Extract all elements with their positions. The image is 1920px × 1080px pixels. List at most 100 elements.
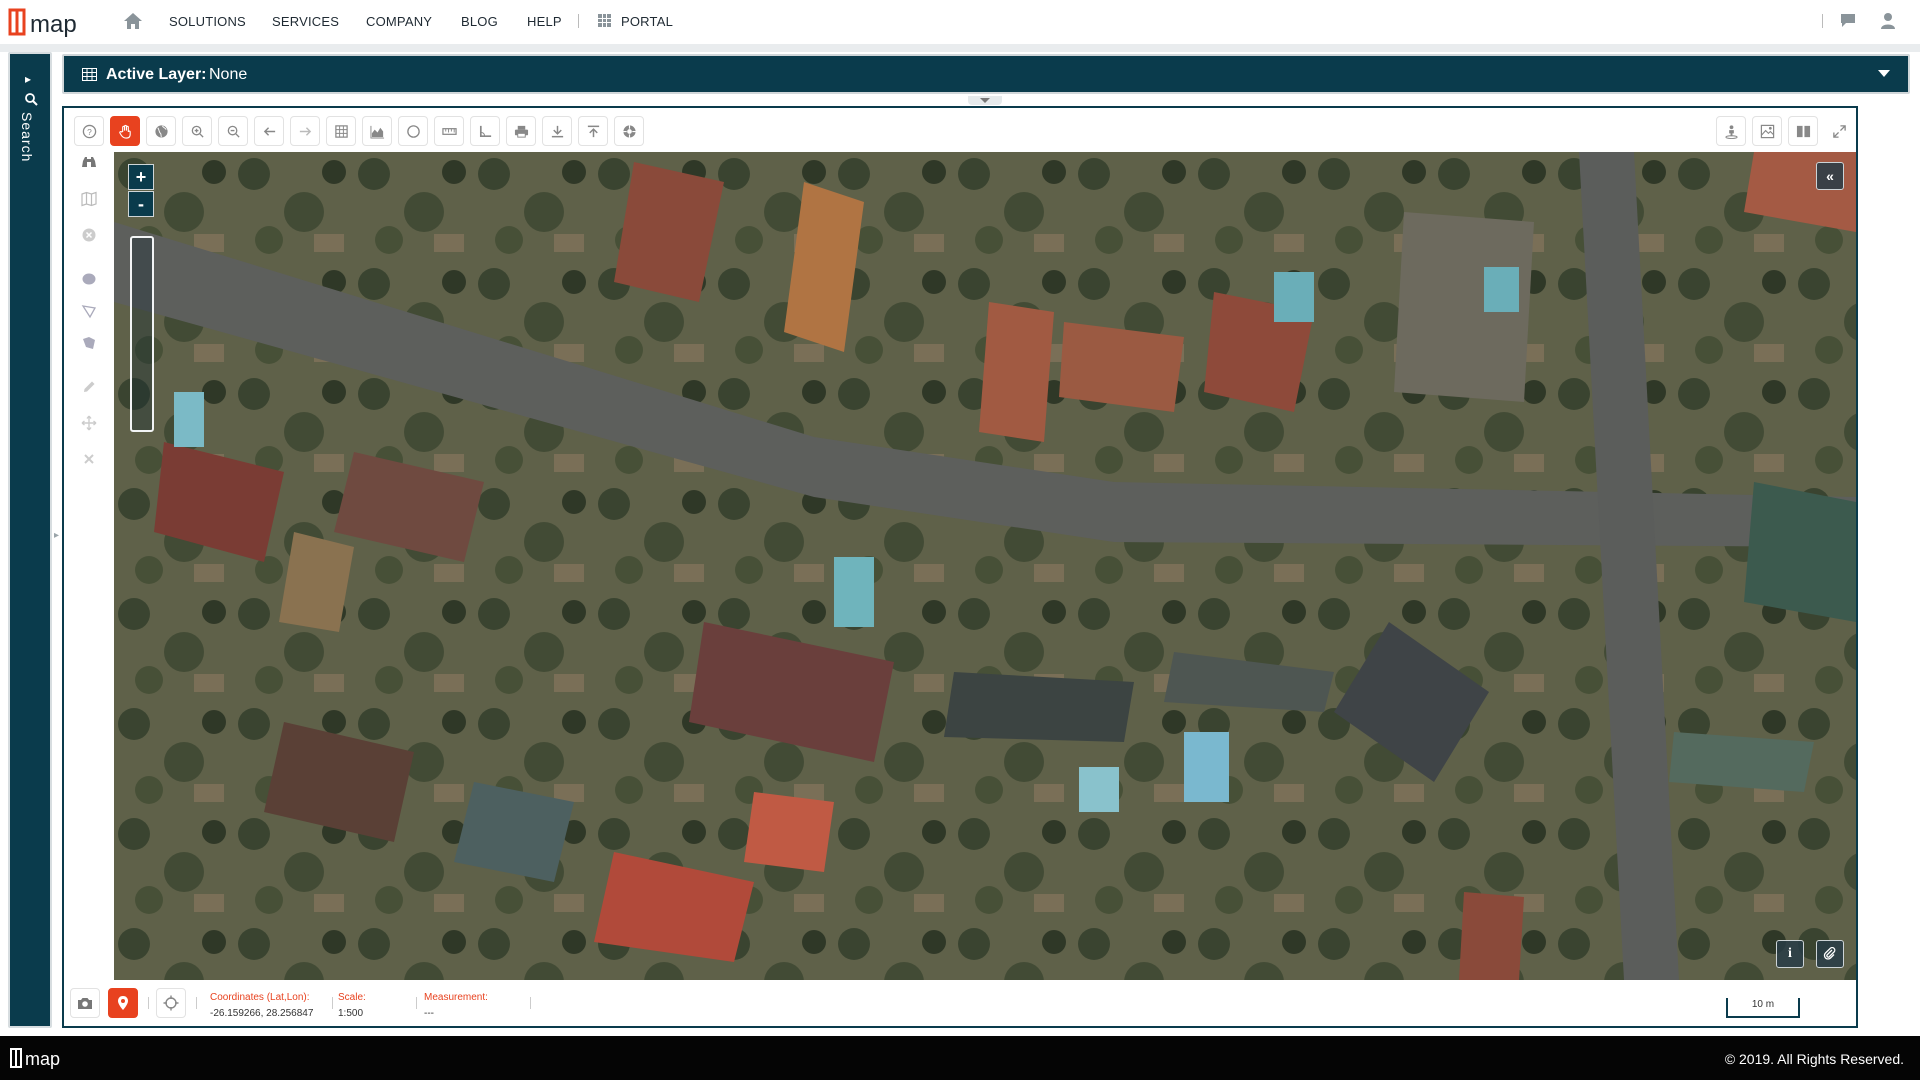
collapse-panel-button[interactable]: « [1816, 162, 1844, 190]
identify-button[interactable] [74, 148, 104, 178]
draw-ellipse-button[interactable] [74, 264, 104, 294]
polygon-draw-icon [83, 337, 95, 349]
measure-angle-button[interactable] [470, 116, 500, 146]
page-footer: map © 2019. All Rights Reserved. [0, 1036, 1920, 1080]
draw-polyline-button[interactable] [74, 296, 104, 326]
upload-icon [587, 125, 599, 137]
search-panel-toggle[interactable]: ▸ Search [8, 52, 52, 1028]
locate-me-button[interactable] [156, 988, 186, 1018]
elevation-profile-button[interactable] [362, 116, 392, 146]
svg-text:?: ? [87, 126, 92, 136]
chat-icon[interactable] [1840, 13, 1856, 28]
home-icon[interactable] [122, 11, 144, 31]
nav-link-company[interactable]: COMPANY [366, 14, 432, 29]
1map-footer-logo[interactable]: map [10, 1046, 80, 1070]
aerial-imagery [114, 152, 1856, 980]
nav-link-solutions[interactable]: SOLUTIONS [169, 14, 246, 29]
nav-link-help[interactable]: HELP [527, 14, 562, 29]
nav-right-divider [1822, 14, 1823, 28]
forward-arrow-icon [299, 126, 311, 136]
nav-link-services[interactable]: SERVICES [272, 14, 339, 29]
user-icon[interactable] [1880, 12, 1896, 29]
split-view-button[interactable] [1788, 116, 1818, 146]
nav-divider [578, 14, 579, 28]
collapse-layer-bar-button[interactable] [968, 96, 1002, 105]
measure-distance-button[interactable] [434, 116, 464, 146]
grid-icon [598, 14, 611, 27]
search-label: Search [19, 112, 35, 163]
map-layers-button[interactable] [74, 184, 104, 214]
screenshot-button[interactable] [70, 988, 100, 1018]
zoom-in-icon [191, 125, 204, 138]
scale-label: Scale: [338, 992, 366, 1003]
logo-text: map [30, 11, 77, 38]
top-navigation: map SOLUTIONS SERVICES COMPANY BLOG HELP… [0, 0, 1920, 44]
download-icon [551, 125, 563, 137]
camera-icon [78, 998, 92, 1009]
buffer-circle-button[interactable] [398, 116, 428, 146]
draw-polygon-button[interactable] [74, 328, 104, 358]
chevron-down-icon[interactable] [1878, 70, 1890, 77]
previous-extent-button[interactable] [254, 116, 284, 146]
globe-icon [154, 124, 168, 138]
move-button[interactable] [74, 408, 104, 438]
split-view-icon [1796, 125, 1810, 137]
zoom-in-button[interactable]: + [128, 164, 154, 190]
zoom-out-button[interactable]: - [128, 191, 154, 217]
upload-button[interactable] [578, 116, 608, 146]
active-layer-value: None [209, 66, 248, 83]
scale-bar: 10 m [1726, 998, 1800, 1018]
expand-arrow-icon[interactable]: ▸ [25, 72, 31, 86]
table-icon [334, 124, 348, 138]
map-canvas[interactable]: + - « i [114, 152, 1856, 980]
nav-link-blog[interactable]: BLOG [461, 14, 498, 29]
nav-link-portal[interactable]: PORTAL [621, 14, 673, 29]
edit-button[interactable] [74, 372, 104, 402]
close-circle-icon [82, 228, 96, 242]
globe-button[interactable] [146, 116, 176, 146]
basemap-button[interactable] [1752, 116, 1782, 146]
clear-selection-button[interactable] [74, 220, 104, 250]
zoom-in-button[interactable] [182, 116, 212, 146]
attribute-table-button[interactable] [326, 116, 356, 146]
panel-handle-icon[interactable]: ▸ [54, 530, 60, 548]
drawing-tools-strip [72, 148, 106, 594]
help-button[interactable]: ? [74, 116, 104, 146]
active-layer-bar[interactable]: Active Layer: None [62, 54, 1910, 94]
footer-divider [196, 997, 197, 1009]
attach-button[interactable] [1816, 940, 1844, 968]
help-icon: ? [82, 124, 96, 138]
street-view-button[interactable] [1716, 116, 1746, 146]
ruler-icon [441, 127, 457, 135]
pencil-icon [84, 381, 95, 392]
coordinates-label: Coordinates (Lat,Lon): [210, 992, 310, 1003]
zoom-slider[interactable] [130, 236, 154, 432]
footer-divider [332, 997, 333, 1009]
map-image-icon [1760, 124, 1774, 138]
info-button[interactable]: i [1776, 940, 1804, 968]
polyline-draw-icon [81, 305, 97, 319]
binoculars-icon [82, 157, 96, 167]
svg-text:map: map [25, 1049, 60, 1069]
next-extent-button[interactable] [290, 116, 320, 146]
print-button[interactable] [506, 116, 536, 146]
person-pin-icon [1724, 124, 1738, 139]
pan-button[interactable] [110, 116, 140, 146]
settings-button[interactable] [614, 116, 644, 146]
location-pin-button[interactable] [108, 988, 138, 1018]
1map-logo[interactable]: map [8, 6, 100, 38]
angle-icon [479, 125, 491, 137]
download-button[interactable] [542, 116, 572, 146]
print-icon [514, 125, 528, 138]
footer-divider [148, 997, 149, 1009]
search-icon [25, 93, 38, 106]
move-icon [81, 415, 97, 431]
delete-button[interactable] [74, 444, 104, 474]
map-status-bar: Coordinates (Lat,Lon): -26.159266, 28.25… [64, 980, 1856, 1026]
zoom-out-button[interactable] [218, 116, 248, 146]
measurement-value: --- [424, 1008, 434, 1019]
map-pin-icon [118, 996, 128, 1010]
measurement-label: Measurement: [424, 992, 488, 1003]
active-layer-label: Active Layer: [106, 66, 207, 83]
fullscreen-button[interactable] [1824, 116, 1854, 146]
